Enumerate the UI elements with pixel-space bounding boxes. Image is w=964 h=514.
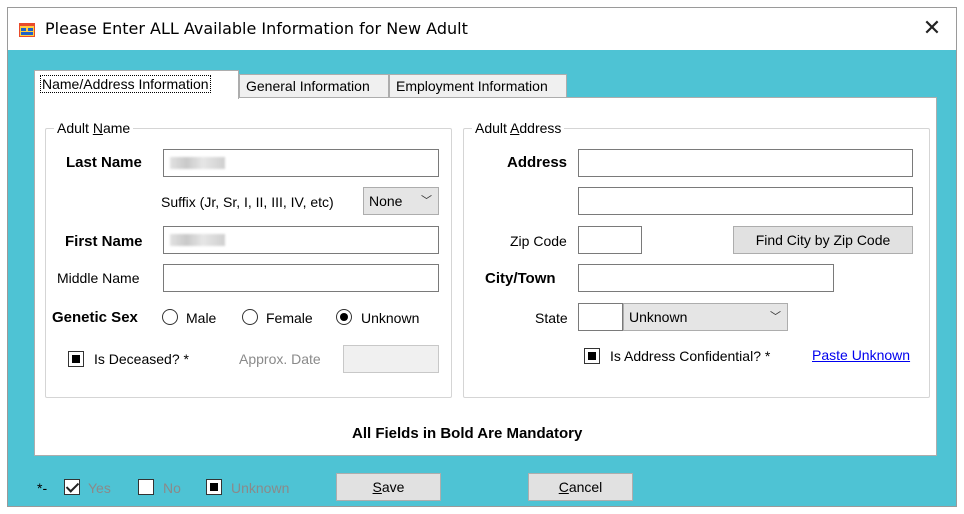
close-icon[interactable]: ✕ (920, 15, 944, 40)
address-label: Address (507, 154, 568, 171)
middle-name-field[interactable] (163, 264, 439, 292)
is-deceased-label: Is Deceased? * (94, 351, 189, 367)
last-name-field[interactable] (163, 149, 439, 177)
adult-name-group-title: Adult Name (54, 120, 134, 136)
city-town-field[interactable] (578, 264, 834, 292)
adult-address-group: Adult Address Address Zip Code Find City… (463, 120, 930, 398)
form-app-icon (19, 23, 35, 37)
sex-male-radio[interactable] (162, 309, 178, 325)
state-value: Unknown (629, 309, 688, 325)
cancel-button[interactable]: Cancel (528, 473, 633, 501)
suffix-label: Suffix (Jr, Sr, I, II, III, IV, etc) (161, 194, 334, 210)
tab-general[interactable]: General Information (239, 74, 389, 98)
chevron-down-icon: ﹀ (770, 311, 781, 323)
tab-name-address[interactable]: Name/Address Information (34, 70, 239, 99)
suffix-select[interactable]: None ﹀ (363, 187, 439, 215)
state-label: State (535, 310, 568, 326)
address-line1-field[interactable] (578, 149, 913, 177)
adult-name-group: Adult Name Last Name Suffix (Jr, Sr, I, … (45, 120, 452, 398)
sex-unknown-radio[interactable] (336, 309, 352, 325)
sex-female-radio[interactable] (242, 309, 258, 325)
legend-no-checkbox (138, 479, 154, 495)
city-town-label: City/Town (485, 270, 556, 287)
sex-female-label: Female (266, 310, 313, 326)
redacted-text (170, 234, 225, 246)
sex-male-label: Male (186, 310, 217, 326)
legend-yes-checkbox (64, 479, 80, 495)
genetic-sex-label: Genetic Sex (52, 309, 138, 326)
chevron-down-icon: ﹀ (421, 195, 432, 207)
legend-yes-label: Yes (88, 480, 111, 496)
approx-date-field[interactable] (343, 345, 439, 373)
adult-address-group-title: Adult Address (472, 120, 565, 136)
address-line2-field[interactable] (578, 187, 913, 215)
state-code-field[interactable] (578, 303, 623, 331)
find-city-button[interactable]: Find City by Zip Code (733, 226, 913, 254)
zip-code-label: Zip Code (510, 233, 567, 249)
paste-unknown-link[interactable]: Paste Unknown (812, 347, 910, 363)
is-deceased-checkbox[interactable] (68, 351, 84, 367)
legend-prefix: *- (37, 480, 48, 496)
redacted-text (170, 157, 225, 169)
tab-employment[interactable]: Employment Information (389, 74, 567, 98)
zip-code-field[interactable] (578, 226, 642, 254)
middle-name-label: Middle Name (57, 270, 140, 286)
last-name-label: Last Name (66, 154, 142, 171)
approx-date-label: Approx. Date (239, 351, 321, 367)
address-confidential-checkbox[interactable] (584, 348, 600, 364)
first-name-field[interactable] (163, 226, 439, 254)
sex-unknown-label: Unknown (361, 310, 420, 326)
dialog-window: Please Enter ALL Available Information f… (7, 7, 957, 507)
address-confidential-label: Is Address Confidential? * (610, 348, 771, 364)
tab-label: Name/Address Information (40, 75, 211, 93)
title-bar: Please Enter ALL Available Information f… (8, 8, 956, 50)
save-button[interactable]: Save (336, 473, 441, 501)
legend-unknown-checkbox (206, 479, 222, 495)
state-select[interactable]: Unknown ﹀ (623, 303, 788, 331)
first-name-label: First Name (65, 233, 143, 250)
mandatory-note: All Fields in Bold Are Mandatory (352, 425, 583, 442)
legend-no-label: No (163, 480, 181, 496)
tab-panel: Adult Name Last Name Suffix (Jr, Sr, I, … (34, 97, 937, 456)
suffix-value: None (369, 193, 403, 209)
window-title: Please Enter ALL Available Information f… (45, 19, 468, 38)
legend-unknown-label: Unknown (231, 480, 290, 496)
